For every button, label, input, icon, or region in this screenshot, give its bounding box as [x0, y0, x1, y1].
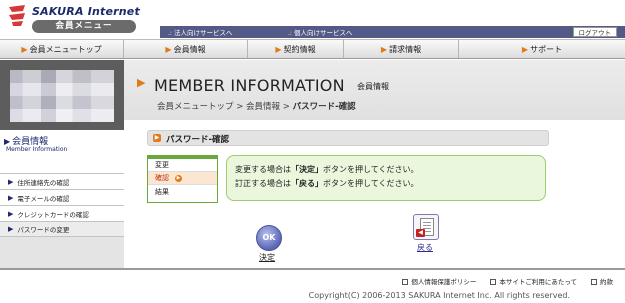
- breadcrumb-separator: >: [236, 102, 244, 112]
- back-button[interactable]: 戻る: [417, 242, 433, 253]
- nav-label: 会員メニュートップ: [29, 44, 102, 54]
- link-dot-icon: .:: [168, 30, 172, 37]
- footer-link-label: 本サイトご利用にあたって: [499, 278, 577, 286]
- copyright: Copyright(C) 2006-2013 SAKURA Internet I…: [308, 291, 570, 300]
- message-text: ボタンを押してください。: [323, 165, 419, 174]
- arrow-icon: ▶: [4, 137, 11, 146]
- step-confirm-label: 確認: [155, 174, 169, 182]
- corporate-service-label: 法人向けサービスへ: [173, 29, 233, 37]
- nav-label: 請求情報: [389, 44, 422, 54]
- message-line-confirm: 変更する場合は「決定」ボタンを押してください。: [235, 163, 545, 177]
- nav-member-info[interactable]: ▶ 会員情報: [124, 40, 248, 58]
- message-line-back: 訂正する場合は「戻る」ボタンを押してください。: [235, 177, 545, 191]
- arrow-icon: ▶: [165, 44, 172, 54]
- corporate-service-link[interactable]: .: 法人向けサービスへ: [168, 27, 232, 37]
- arrow-icon: ▶: [8, 193, 14, 202]
- avatar: [10, 70, 114, 122]
- breadcrumb-current: パスワード-確認: [292, 102, 356, 112]
- breadcrumb-member-top[interactable]: 会員メニュートップ: [157, 102, 234, 112]
- ok-icon[interactable]: OK: [256, 225, 282, 251]
- step-change: 変更: [148, 159, 217, 172]
- footer-privacy-link[interactable]: 個人情報保護ポリシー: [402, 276, 476, 286]
- instruction-message: 変更する場合は「決定」ボタンを押してください。 訂正する場合は「戻る」ボタンを押…: [226, 155, 546, 201]
- member-menu-badge: 会員メニュー: [32, 20, 136, 33]
- site-logo[interactable]: SAKURA Internet 会員メニュー: [6, 3, 156, 37]
- sidebar-item-label: 電子メールの確認: [17, 194, 70, 203]
- arrow-icon: ▶: [521, 44, 529, 54]
- breadcrumb-member-info[interactable]: 会員情報: [246, 102, 280, 112]
- arrow-icon: ▶: [8, 225, 14, 233]
- footer-divider: [0, 268, 625, 270]
- message-text: 訂正する場合は: [235, 179, 291, 188]
- link-icon: [591, 279, 597, 285]
- brand-name: SAKURA Internet: [32, 5, 140, 18]
- message-button-name: 「決定」: [291, 165, 323, 174]
- sidebar-menu: ▶ 住所連絡先の確認 ▶ 電子メールの確認 ▶ クレジットカードの確認 ▶ パスワードの…: [0, 173, 124, 237]
- step-result: 結果: [155, 187, 169, 196]
- sidebar-item-credit-card[interactable]: ▶ クレジットカードの確認: [0, 205, 124, 221]
- arrow-icon: ▶: [8, 209, 14, 218]
- current-step-icon: ▶: [175, 174, 182, 182]
- nav-billing-info[interactable]: ▶ 請求情報: [344, 40, 459, 58]
- section-header: ▶ パスワード-確認: [147, 130, 549, 146]
- nav-label: 契約情報: [283, 44, 316, 54]
- arrow-icon: ▶: [153, 134, 161, 142]
- nav-member-top[interactable]: ▶ 会員メニュートップ: [0, 40, 124, 58]
- sidebar-subtitle: Member Information: [6, 146, 68, 153]
- link-dot-icon: .:: [288, 30, 292, 37]
- arrow-icon: ▶: [21, 44, 28, 54]
- footer-link-label: 約款: [600, 278, 613, 286]
- message-text: 変更する場合は: [235, 165, 291, 174]
- step-confirm: 確認 ▶: [148, 172, 217, 185]
- nav-label: サポート: [530, 44, 563, 54]
- main-navigation: ▶ 会員メニュートップ ▶ 会員情報 ▶ 契約情報 ▶ 請求情報 ▶ サポート: [0, 39, 625, 59]
- back-arrow-icon: ◀: [416, 229, 425, 237]
- content-header: ▶ MEMBER INFORMATION 会員情報 会員メニュートップ > 会員…: [124, 60, 625, 120]
- sakura-logo-icon: [9, 5, 25, 26]
- footer-terms-of-use-link[interactable]: 本サイトご利用にあたって: [490, 276, 577, 286]
- link-icon: [490, 279, 497, 285]
- section-title: パスワード-確認: [166, 135, 230, 145]
- sidebar: ▶ 会員情報 Member Information ▶ 住所連絡先の確認 ▶ 電子メー…: [0, 60, 124, 268]
- page-title: MEMBER INFORMATION: [154, 76, 345, 95]
- sidebar-item-email[interactable]: ▶ 電子メールの確認: [0, 189, 124, 205]
- title-arrow-icon: ▶: [137, 76, 146, 89]
- avatar-frame: [0, 60, 124, 130]
- footer-links: 個人情報保護ポリシー 本サイトご利用にあたって 約款: [402, 276, 613, 286]
- confirm-button[interactable]: 決定: [259, 252, 275, 263]
- arrow-icon: ▶: [8, 177, 14, 186]
- page-title-sub: 会員情報: [357, 82, 389, 91]
- top-utility-bar: .: 法人向けサービスへ .: 個人向けサービスへ ログアウト: [160, 26, 625, 38]
- footer-agreement-link[interactable]: 約款: [591, 276, 613, 286]
- nav-contract-info[interactable]: ▶ 契約情報: [248, 40, 344, 58]
- sidebar-item-password[interactable]: ▶ パスワードの変更: [0, 221, 124, 237]
- footer-link-label: 個人情報保護ポリシー: [411, 278, 477, 286]
- personal-service-label: 個人向けサービスへ: [293, 29, 353, 37]
- personal-service-link[interactable]: .: 個人向けサービスへ: [288, 27, 352, 37]
- sidebar-item-label: 住所連絡先の確認: [17, 178, 70, 187]
- arrow-icon: ▶: [275, 44, 282, 54]
- nav-support[interactable]: ▶ サポート: [459, 40, 625, 58]
- breadcrumb: 会員メニュートップ > 会員情報 > パスワード-確認: [157, 100, 356, 112]
- step-indicator: 変更 確認 ▶ 結果: [147, 155, 218, 203]
- link-icon: [402, 279, 409, 285]
- breadcrumb-separator: >: [282, 102, 290, 112]
- sidebar-item-address[interactable]: ▶ 住所連絡先の確認: [0, 173, 124, 189]
- back-document-icon[interactable]: ◀: [413, 214, 439, 240]
- message-text: ボタンを押してください。: [323, 179, 419, 188]
- logout-button[interactable]: ログアウト: [572, 27, 617, 37]
- sidebar-item-label: クレジットカードの確認: [17, 210, 89, 219]
- message-button-name: 「戻る」: [291, 179, 323, 188]
- arrow-icon: ▶: [380, 44, 388, 54]
- nav-label: 会員情報: [173, 44, 206, 54]
- sidebar-item-label: パスワードの変更: [17, 226, 70, 234]
